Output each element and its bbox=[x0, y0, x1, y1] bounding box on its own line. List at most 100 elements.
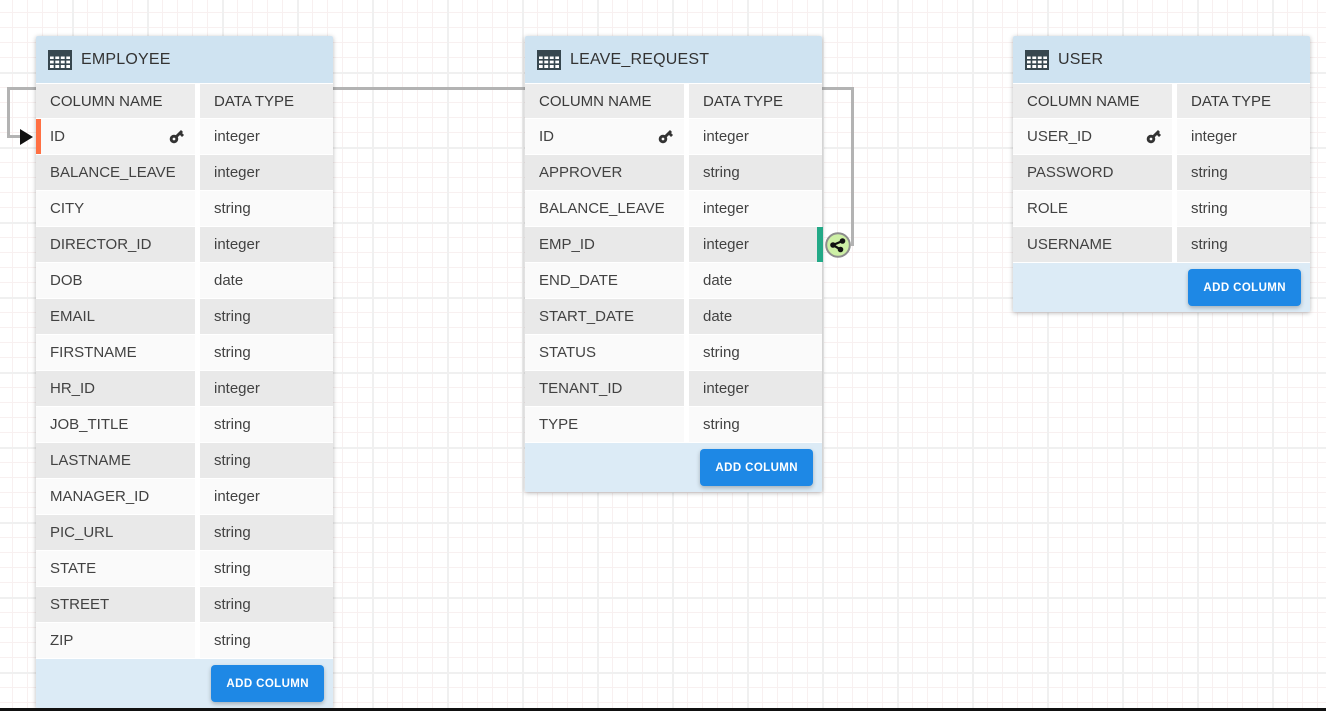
table-grid-icon bbox=[1025, 50, 1049, 70]
add-column-button[interactable]: ADD COLUMN bbox=[700, 449, 813, 486]
column-name-cell: PASSWORD bbox=[1013, 155, 1172, 191]
table-row[interactable]: PIC_URL string bbox=[36, 515, 333, 551]
table-rows: ID integer APPROVER string BALANCE_LEAVE… bbox=[525, 119, 822, 443]
column-name-cell: DIRECTOR_ID bbox=[36, 227, 195, 263]
table-row[interactable]: DIRECTOR_ID integer bbox=[36, 227, 333, 263]
table-row[interactable]: APPROVER string bbox=[525, 155, 822, 191]
column-name: PIC_URL bbox=[50, 524, 113, 541]
column-type: integer bbox=[214, 236, 260, 253]
column-name: FIRSTNAME bbox=[50, 344, 137, 361]
table-row[interactable]: EMP_ID integer bbox=[525, 227, 822, 263]
table-row[interactable]: STATUS string bbox=[525, 335, 822, 371]
primary-key-icon bbox=[1145, 128, 1162, 145]
relationship-line-segment[interactable] bbox=[7, 87, 10, 138]
column-name: START_DATE bbox=[539, 308, 634, 325]
table-card-user: USER COLUMN NAME DATA TYPE USER_ID integ… bbox=[1013, 36, 1310, 312]
data-type-cell: integer bbox=[689, 227, 822, 263]
column-type: integer bbox=[703, 128, 749, 145]
column-name: JOB_TITLE bbox=[50, 416, 128, 433]
data-type-cell: date bbox=[689, 263, 822, 299]
column-name-cell: BALANCE_LEAVE bbox=[525, 191, 684, 227]
column-name: PASSWORD bbox=[1027, 164, 1113, 181]
relationship-node-icon[interactable] bbox=[825, 232, 851, 258]
column-name: STATUS bbox=[539, 344, 596, 361]
column-type: string bbox=[703, 164, 740, 181]
table-row[interactable]: END_DATE date bbox=[525, 263, 822, 299]
table-row[interactable]: USERNAME string bbox=[1013, 227, 1310, 263]
data-type-cell: string bbox=[200, 191, 333, 227]
table-row[interactable]: MANAGER_ID integer bbox=[36, 479, 333, 515]
table-row[interactable]: STREET string bbox=[36, 587, 333, 623]
table-row[interactable]: TENANT_ID integer bbox=[525, 371, 822, 407]
column-name: STREET bbox=[50, 596, 109, 613]
column-name: STATE bbox=[50, 560, 96, 577]
table-rows: USER_ID integer PASSWORD string ROLE str… bbox=[1013, 119, 1310, 263]
table-row[interactable]: START_DATE date bbox=[525, 299, 822, 335]
column-name: ID bbox=[539, 128, 554, 145]
column-type: integer bbox=[214, 488, 260, 505]
column-name-cell: ID bbox=[525, 119, 684, 155]
column-type: integer bbox=[703, 236, 749, 253]
table-row[interactable]: STATE string bbox=[36, 551, 333, 587]
relationship-line-segment[interactable] bbox=[851, 87, 854, 246]
data-type-cell: integer bbox=[200, 119, 333, 155]
column-name-cell: ZIP bbox=[36, 623, 195, 659]
column-type: integer bbox=[214, 128, 260, 145]
column-name-cell: MANAGER_ID bbox=[36, 479, 195, 515]
table-row[interactable]: ID integer bbox=[525, 119, 822, 155]
table-row[interactable]: CITY string bbox=[36, 191, 333, 227]
data-type-header: DATA TYPE bbox=[1177, 83, 1310, 119]
column-name: EMP_ID bbox=[539, 236, 595, 253]
table-row[interactable]: FIRSTNAME string bbox=[36, 335, 333, 371]
add-column-button[interactable]: ADD COLUMN bbox=[211, 665, 324, 702]
column-name-cell: JOB_TITLE bbox=[36, 407, 195, 443]
data-type-cell: integer bbox=[200, 155, 333, 191]
data-type-cell: integer bbox=[1177, 119, 1310, 155]
canvas-outside-area bbox=[0, 711, 1326, 718]
column-name: TENANT_ID bbox=[539, 380, 622, 397]
column-type: string bbox=[703, 416, 740, 433]
column-name-header: COLUMN NAME bbox=[36, 83, 195, 119]
column-name-cell: PIC_URL bbox=[36, 515, 195, 551]
table-row[interactable]: ID integer bbox=[36, 119, 333, 155]
column-type: string bbox=[1191, 164, 1228, 181]
column-name-cell: BALANCE_LEAVE bbox=[36, 155, 195, 191]
data-type-cell: date bbox=[200, 263, 333, 299]
column-name: ZIP bbox=[50, 632, 73, 649]
table-row[interactable]: HR_ID integer bbox=[36, 371, 333, 407]
table-header[interactable]: LEAVE_REQUEST bbox=[525, 36, 822, 83]
data-type-cell: string bbox=[1177, 155, 1310, 191]
data-type-cell: integer bbox=[689, 371, 822, 407]
table-row[interactable]: ROLE string bbox=[1013, 191, 1310, 227]
table-header[interactable]: USER bbox=[1013, 36, 1310, 83]
table-row[interactable]: ZIP string bbox=[36, 623, 333, 659]
table-row[interactable]: JOB_TITLE string bbox=[36, 407, 333, 443]
table-row[interactable]: EMAIL string bbox=[36, 299, 333, 335]
table-header[interactable]: EMPLOYEE bbox=[36, 36, 333, 83]
add-column-button[interactable]: ADD COLUMN bbox=[1188, 269, 1301, 306]
column-name: TYPE bbox=[539, 416, 578, 433]
table-row[interactable]: LASTNAME string bbox=[36, 443, 333, 479]
table-row[interactable]: TYPE string bbox=[525, 407, 822, 443]
relationship-arrow-endpoint[interactable] bbox=[20, 129, 33, 145]
table-row[interactable]: PASSWORD string bbox=[1013, 155, 1310, 191]
column-name: ROLE bbox=[1027, 200, 1068, 217]
data-type-cell: string bbox=[200, 551, 333, 587]
column-name: LASTNAME bbox=[50, 452, 131, 469]
column-name-cell: ROLE bbox=[1013, 191, 1172, 227]
primary-key-icon bbox=[168, 128, 185, 145]
diagram-canvas[interactable]: { "labels": { "column_name_header": "COL… bbox=[0, 0, 1326, 718]
table-card-employee: EMPLOYEE COLUMN NAME DATA TYPE ID intege… bbox=[36, 36, 333, 708]
table-row[interactable]: DOB date bbox=[36, 263, 333, 299]
column-name-cell: TENANT_ID bbox=[525, 371, 684, 407]
column-type: string bbox=[214, 200, 251, 217]
table-row[interactable]: BALANCE_LEAVE integer bbox=[36, 155, 333, 191]
data-type-cell: string bbox=[200, 587, 333, 623]
table-row[interactable]: BALANCE_LEAVE integer bbox=[525, 191, 822, 227]
column-name-cell: EMAIL bbox=[36, 299, 195, 335]
column-name: ID bbox=[50, 128, 65, 145]
table-row[interactable]: USER_ID integer bbox=[1013, 119, 1310, 155]
column-type: date bbox=[703, 272, 732, 289]
column-name: END_DATE bbox=[539, 272, 618, 289]
column-name: CITY bbox=[50, 200, 84, 217]
